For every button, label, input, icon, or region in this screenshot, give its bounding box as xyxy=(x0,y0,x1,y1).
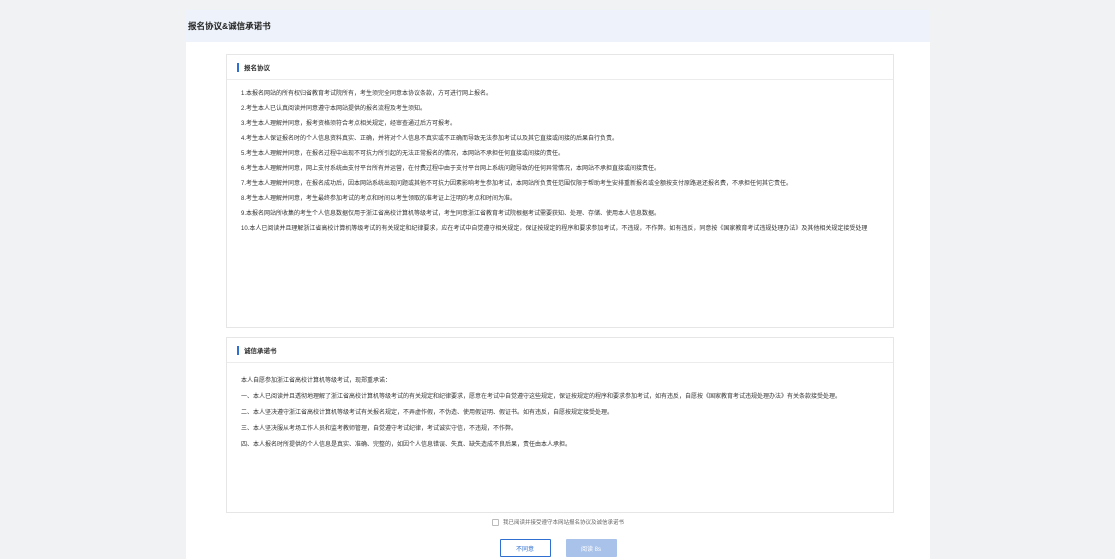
section-accent-bar xyxy=(237,345,239,355)
agreement-item: 9.本报名网站所收集的考生个人信息数据仅用于浙江省高校计算机等级考试，考生同意浙… xyxy=(241,211,661,217)
agreement-card: 报名协议 1.本报名网站的所有权归省教育考试院所有，考生须完全同意本协议条款，方… xyxy=(226,54,894,328)
action-buttons: 不同意 阅读 8s xyxy=(186,539,930,557)
commitment-title: 诚信承诺书 xyxy=(244,348,277,355)
commitment-item: 本人自愿参加浙江省高校计算机等级考试，现郑重承诺： xyxy=(241,378,392,384)
agreement-body: 1.本报名网站的所有权归省教育考试院所有，考生须完全同意本协议条款，方可进行网上… xyxy=(227,80,893,248)
page-title: 报名协议&诚信承诺书 xyxy=(188,21,271,31)
section-accent-bar xyxy=(237,62,239,72)
commitment-item: 二、本人坚决遵守浙江省高校计算机等级考试有关报名规定，不弄虚作假，不伪造、使用假… xyxy=(241,410,614,416)
agreement-card-header: 报名协议 xyxy=(227,55,893,80)
main-panel: 报名协议&诚信承诺书 报名协议 1.本报名网站的所有权归省教育考试院所有，考生须… xyxy=(186,10,930,559)
agreement-item: 6.考生本人理解并同意，网上支付系统由支付平台所有并运营，在付费过程中由于支付平… xyxy=(241,166,661,172)
agreement-item: 2.考生本人已认真阅读并同意遵守本网站提供的报名流程及考生须知。 xyxy=(241,106,427,112)
commitment-item: 一、本人已阅读并且透彻地理解了浙江省高校计算机等级考试的有关规定和纪律要求，愿意… xyxy=(241,394,842,400)
page-title-bar: 报名协议&诚信承诺书 xyxy=(186,10,930,42)
agreement-item: 5.考生本人理解并同意，在报名过程中出现不可抗力所引起的无法正常报名的情况，本网… xyxy=(241,151,565,157)
commitment-card: 诚信承诺书 本人自愿参加浙江省高校计算机等级考试，现郑重承诺： 一、本人已阅读并… xyxy=(226,337,894,513)
accept-terms-label[interactable]: 我已阅读并接受遵守本网站报名协议及诚信承诺书 xyxy=(503,518,624,526)
commitment-card-header: 诚信承诺书 xyxy=(227,338,893,363)
read-countdown-button[interactable]: 阅读 8s xyxy=(565,539,617,557)
agreement-item: 3.考生本人理解并同意，报考资格须符合考点相关规定，经审查通过后方可报考。 xyxy=(241,121,457,127)
disagree-button[interactable]: 不同意 xyxy=(499,539,551,557)
agreement-item: 1.本报名网站的所有权归省教育考试院所有，考生须完全同意本协议条款，方可进行网上… xyxy=(241,91,493,97)
commitment-item: 三、本人坚决服从考场工作人员和监考教师管理，自觉遵守考试纪律，考试诚实守信，不违… xyxy=(241,426,518,432)
commitment-body: 本人自愿参加浙江省高校计算机等级考试，现郑重承诺： 一、本人已阅读并且透彻地理解… xyxy=(227,363,893,471)
agreement-item: 8.考生本人理解并同意，考生最终参加考试的考点和时间以考生领取的准考证上注明的考… xyxy=(241,196,517,202)
accept-terms-row: 我已阅读并接受遵守本网站报名协议及诚信承诺书 xyxy=(186,518,930,526)
agreement-item: 7.考生本人理解并同意，在报名成功后，因本网站系统出现问题或其他不可抗力因素影响… xyxy=(241,181,793,187)
agreement-item: 10.本人已阅读并且理解浙江省高校计算机等级考试的有关规定和纪律要求，应在考试中… xyxy=(241,226,868,232)
agreement-title: 报名协议 xyxy=(244,65,270,72)
accept-terms-checkbox[interactable] xyxy=(491,518,499,526)
commitment-item: 四、本人报名时所提供的个人信息是真实、准确、完整的，如因个人信息错误、失真、缺失… xyxy=(241,442,572,448)
agreement-item: 4.考生本人保证报名时的个人信息资料真实、正确，并将对个人信息不真实或不正确而导… xyxy=(241,136,619,142)
